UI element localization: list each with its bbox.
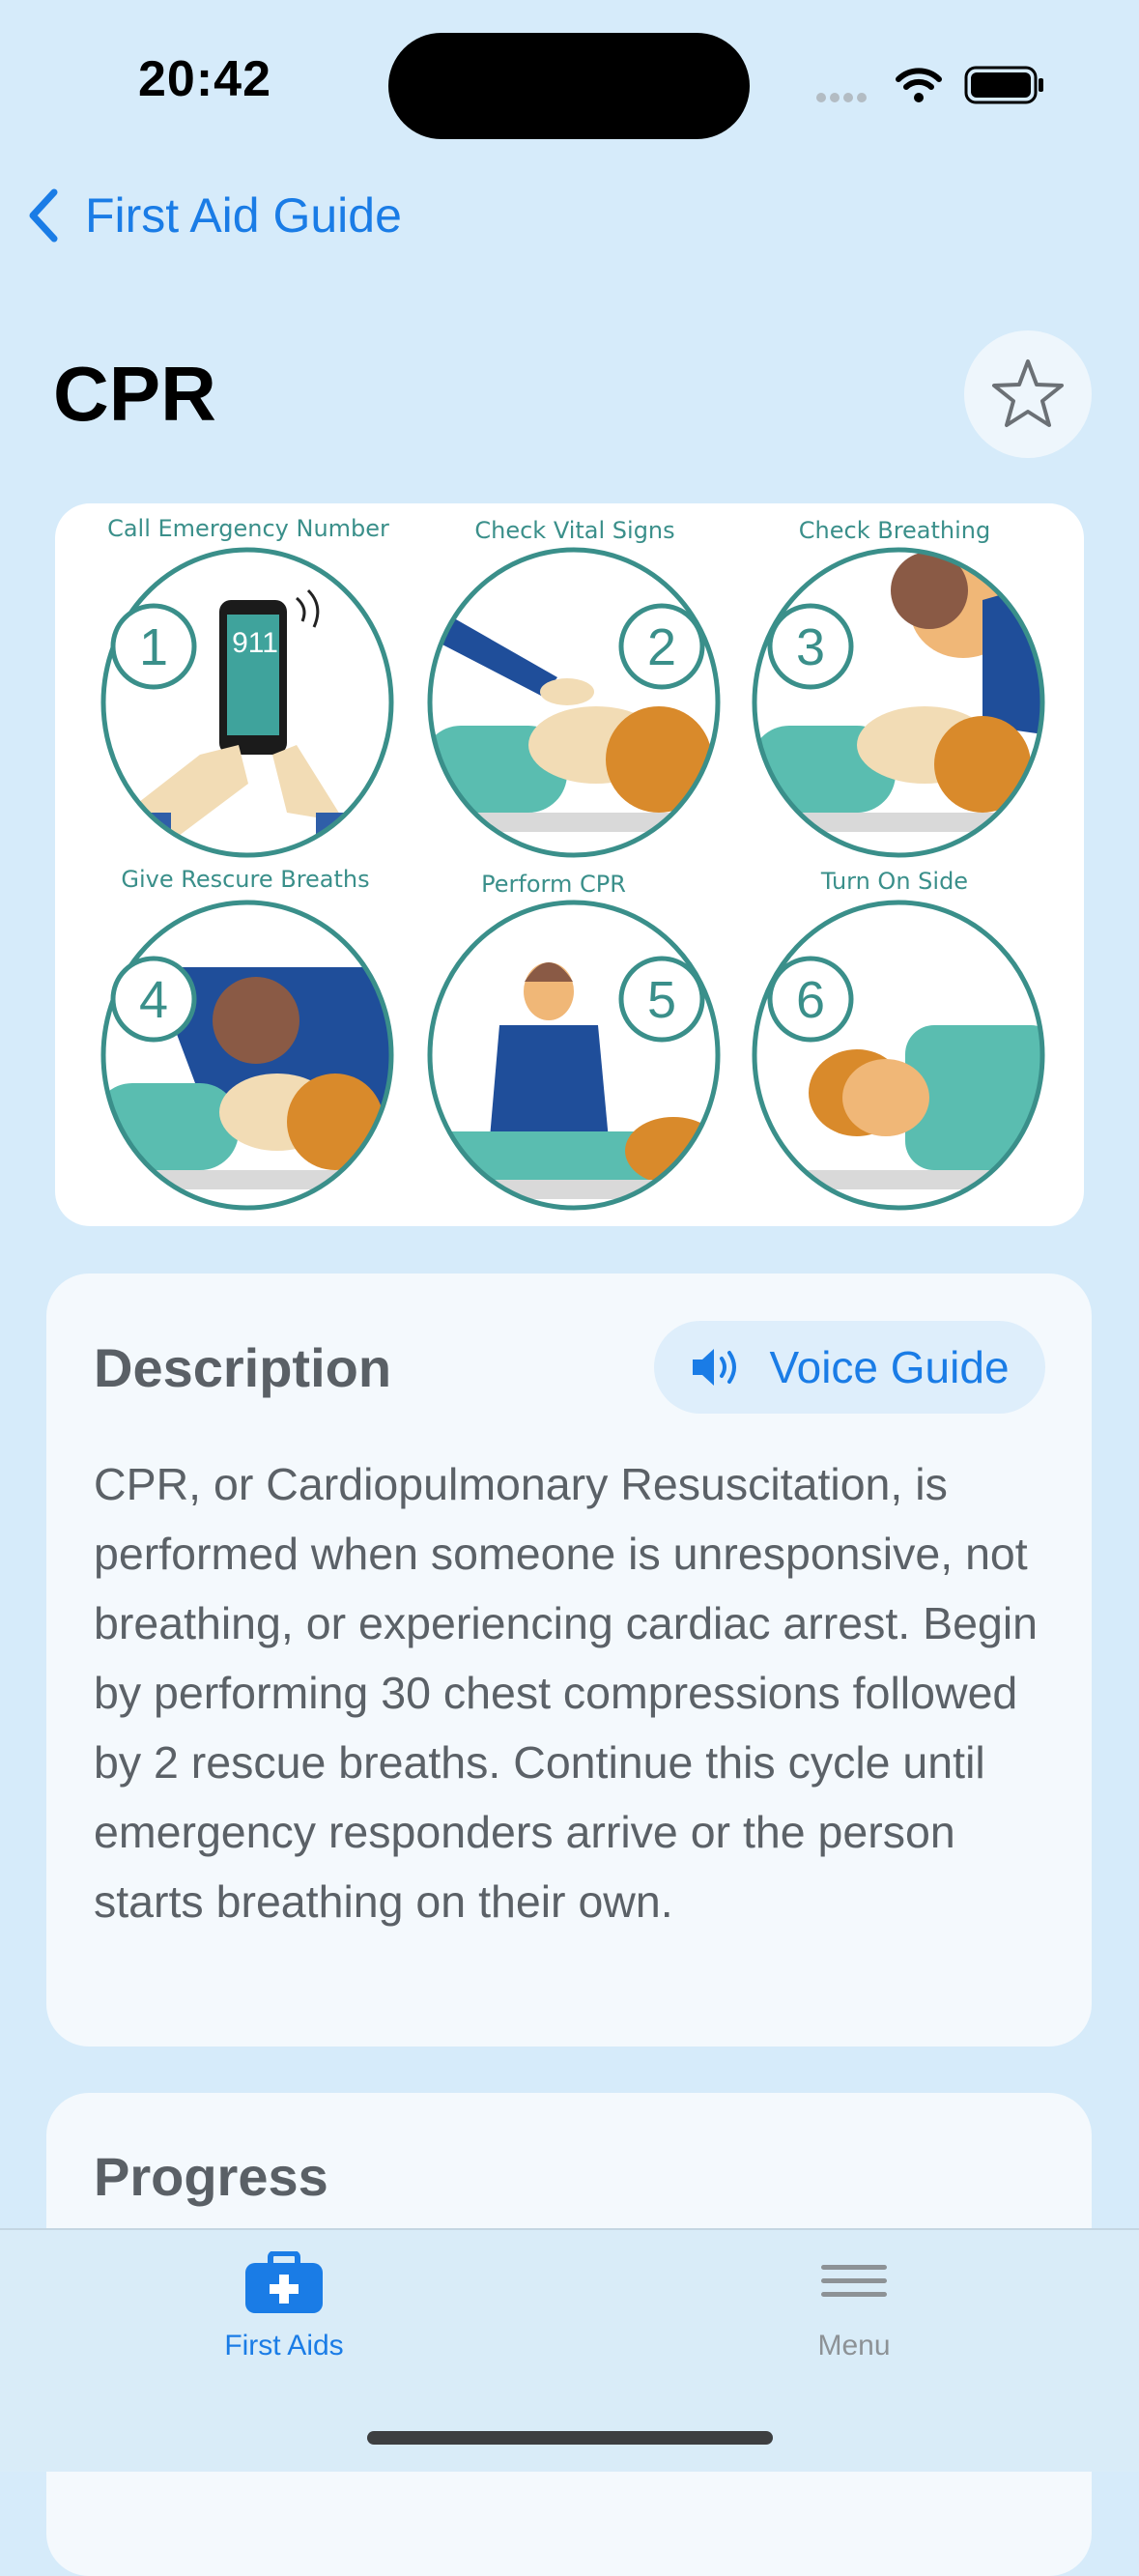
menu-lines-icon — [821, 2265, 887, 2297]
battery-icon — [964, 66, 1043, 104]
voice-guide-label: Voice Guide — [769, 1342, 1010, 1392]
favorite-button[interactable] — [964, 330, 1092, 458]
status-time: 20:42 — [138, 51, 271, 107]
page-title: CPR — [53, 351, 216, 437]
speaker-icon — [693, 1349, 737, 1386]
phone-911-text: 911 — [232, 627, 278, 659]
dynamic-island — [388, 33, 750, 139]
voice-guide-button[interactable]: Voice Guide — [654, 1321, 1045, 1414]
step-1-number: 1 — [138, 618, 169, 676]
back-button[interactable]: First Aid Guide — [21, 186, 402, 244]
home-indicator — [367, 2431, 773, 2445]
cpr-steps-illustration: Call Emergency Number Check Vital Signs … — [55, 503, 1084, 1226]
first-aid-kit-icon — [245, 2250, 323, 2313]
tab-first-aids-label: First Aids — [224, 2330, 344, 2361]
wifi-icon — [896, 68, 942, 102]
back-button-label: First Aid Guide — [85, 188, 402, 243]
cellular-signal-icon — [816, 90, 870, 107]
description-text: CPR, or Cardiopulmonary Resuscitation, i… — [94, 1459, 1039, 1927]
chevron-left-icon — [29, 188, 58, 243]
step-6-number: 6 — [795, 971, 826, 1029]
step-3-number: 3 — [795, 618, 826, 676]
progress-heading: Progress — [94, 2146, 328, 2207]
step-2-number: 2 — [646, 618, 677, 676]
tab-first-aids[interactable]: First Aids — [187, 2250, 381, 2362]
tab-menu-label: Menu — [817, 2330, 891, 2361]
star-icon — [992, 359, 1064, 427]
tab-menu[interactable]: Menu — [757, 2251, 951, 2362]
step-4-number: 4 — [138, 971, 169, 1029]
description-heading: Description — [94, 1337, 392, 1398]
step-5-number: 5 — [646, 971, 677, 1029]
